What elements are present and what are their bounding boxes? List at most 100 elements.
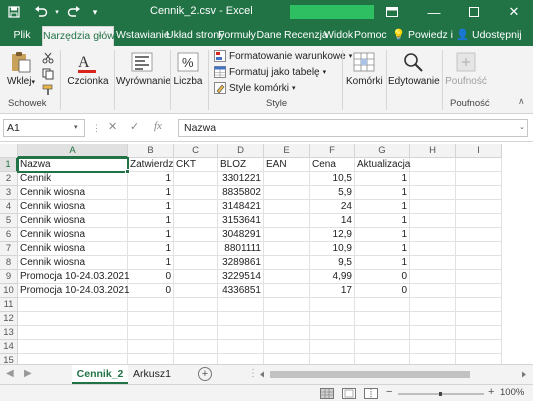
cell-d3[interactable]: 8835802 [218, 186, 264, 200]
editing-button[interactable]: Edytowanie [388, 50, 440, 87]
cell-g1[interactable]: Aktualizacja [355, 158, 410, 172]
row-header[interactable]: 8 [0, 256, 18, 270]
format-as-table-button[interactable]: Formatuj jako tabelę ▾ [214, 66, 326, 78]
tab-review[interactable]: Recenzja [284, 24, 328, 46]
cell-e8[interactable] [264, 256, 310, 270]
cell-g12[interactable] [355, 312, 410, 326]
cell-b9[interactable]: 0 [128, 270, 174, 284]
row-header[interactable]: 11 [0, 298, 18, 312]
cell-d13[interactable] [218, 326, 264, 340]
cell-c13[interactable] [174, 326, 218, 340]
cell-f13[interactable] [310, 326, 355, 340]
cell-i13[interactable] [456, 326, 502, 340]
cell-e4[interactable] [264, 200, 310, 214]
cell-h4[interactable] [410, 200, 456, 214]
cell-g4[interactable]: 1 [355, 200, 410, 214]
cell-a8[interactable]: Cennik wiosna [18, 256, 128, 270]
cell-a10[interactable]: Promocja 10-24.03.2021 [18, 284, 130, 298]
cell-f5[interactable]: 14 [310, 214, 355, 228]
cell-e5[interactable] [264, 214, 310, 228]
worksheet-grid[interactable]: A B C D E F G H I 1 Nazwa Zatwierdz CKT BLOZ EAN Cena Ak… [0, 142, 533, 364]
cell-b1[interactable]: Zatwierdz [128, 158, 174, 172]
cell-g13[interactable] [355, 326, 410, 340]
tab-page-layout[interactable]: Układ strony [166, 24, 224, 46]
maximize-icon[interactable] [460, 0, 488, 24]
tab-insert[interactable]: Wstawianie [116, 24, 170, 46]
tell-me-box[interactable]: 💡 Powiedz i [392, 24, 453, 46]
cell-i2[interactable] [456, 172, 502, 186]
cell-g11[interactable] [355, 298, 410, 312]
column-header-a[interactable]: A [18, 144, 128, 158]
cell-a4[interactable]: Cennik wiosna [18, 200, 128, 214]
cell-f9[interactable]: 4,99 [310, 270, 355, 284]
tab-formulas[interactable]: Formuły [218, 24, 256, 46]
cell-e14[interactable] [264, 340, 310, 354]
expand-formula-bar-icon[interactable]: ⌄ [519, 123, 525, 131]
cell-g9[interactable]: 0 [355, 270, 410, 284]
paste-button[interactable]: Wklej▾ [6, 50, 36, 87]
cell-i5[interactable] [456, 214, 502, 228]
cell-f10[interactable]: 17 [310, 284, 355, 298]
zoom-level[interactable]: 100% [500, 387, 524, 398]
cells-button[interactable]: Komórki [346, 50, 383, 87]
row-header[interactable]: 13 [0, 326, 18, 340]
row-header[interactable]: 5 [0, 214, 18, 228]
close-icon[interactable]: ✕ [500, 0, 528, 24]
row-header[interactable]: 15 [0, 354, 18, 364]
cell-e3[interactable] [264, 186, 310, 200]
cell-d6[interactable]: 3048291 [218, 228, 264, 242]
cell-e6[interactable] [264, 228, 310, 242]
column-header-e[interactable]: E [264, 144, 310, 158]
cell-i4[interactable] [456, 200, 502, 214]
share-button[interactable]: 👤 Udostępnij [456, 24, 522, 46]
cancel-icon[interactable]: ✕ [108, 120, 117, 133]
formula-input[interactable]: Nazwa [178, 119, 528, 137]
cell-g10[interactable]: 0 [355, 284, 410, 298]
cell-a14[interactable] [18, 340, 128, 354]
cell-a13[interactable] [18, 326, 128, 340]
formula-bar-splitter-icon[interactable]: ⋮ [92, 123, 101, 134]
row-header[interactable]: 12 [0, 312, 18, 326]
cell-c1[interactable]: CKT [174, 158, 218, 172]
cell-e11[interactable] [264, 298, 310, 312]
account-box[interactable] [290, 5, 374, 19]
format-painter-icon[interactable] [42, 84, 54, 99]
column-header-b[interactable]: B [128, 144, 174, 158]
cell-d11[interactable] [218, 298, 264, 312]
tab-file[interactable]: Plik [6, 24, 38, 46]
cell-e1[interactable]: EAN [264, 158, 310, 172]
cell-f2[interactable]: 10,5 [310, 172, 355, 186]
cell-h6[interactable] [410, 228, 456, 242]
cell-d12[interactable] [218, 312, 264, 326]
cell-c8[interactable] [174, 256, 218, 270]
cell-g8[interactable]: 1 [355, 256, 410, 270]
cell-f14[interactable] [310, 340, 355, 354]
cell-e7[interactable] [264, 242, 310, 256]
column-header-i[interactable]: I [456, 144, 502, 158]
cell-d15[interactable] [218, 354, 264, 364]
copy-icon[interactable] [42, 68, 54, 83]
cell-c2[interactable] [174, 172, 218, 186]
insert-function-icon[interactable]: fx [154, 120, 162, 132]
column-header-c[interactable]: C [174, 144, 218, 158]
cell-b6[interactable]: 1 [128, 228, 174, 242]
column-header-g[interactable]: G [355, 144, 410, 158]
add-sheet-icon[interactable]: + [198, 367, 212, 381]
cell-c15[interactable] [174, 354, 218, 364]
cell-i15[interactable] [456, 354, 502, 364]
cell-d9[interactable]: 3229514 [218, 270, 264, 284]
cell-f7[interactable]: 10,9 [310, 242, 355, 256]
cell-a11[interactable] [18, 298, 128, 312]
cell-i3[interactable] [456, 186, 502, 200]
cell-a7[interactable]: Cennik wiosna [18, 242, 128, 256]
tab-data[interactable]: Dane [256, 24, 282, 46]
cell-i7[interactable] [456, 242, 502, 256]
next-sheet-icon[interactable]: ▶ [24, 368, 32, 379]
name-box-dropdown-icon[interactable]: ▾ [74, 123, 78, 131]
column-header-d[interactable]: D [218, 144, 264, 158]
cell-a6[interactable]: Cennik wiosna [18, 228, 128, 242]
cell-h12[interactable] [410, 312, 456, 326]
cell-h3[interactable] [410, 186, 456, 200]
cell-g14[interactable] [355, 340, 410, 354]
cell-c5[interactable] [174, 214, 218, 228]
